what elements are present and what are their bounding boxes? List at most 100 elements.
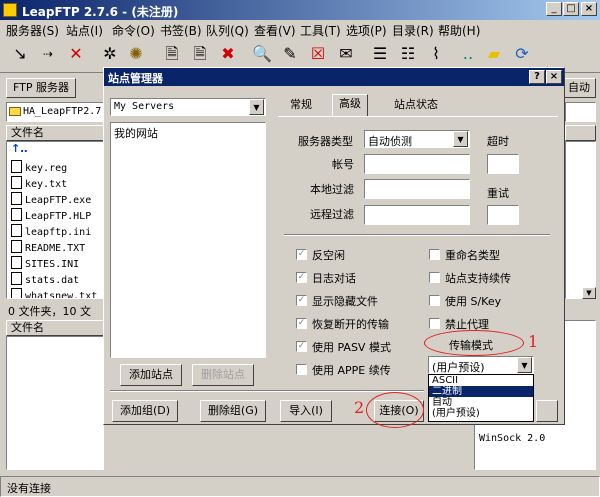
resume-transfer-label: 恢复断开的传输 xyxy=(312,318,389,331)
delete-site-button[interactable]: 删除站点 xyxy=(192,364,254,386)
menu-directory[interactable]: 目录(R) xyxy=(392,22,434,39)
log-dialog-checkbox[interactable]: ✓ xyxy=(296,272,307,283)
timeout-field[interactable] xyxy=(487,154,519,174)
queue-icon[interactable]: ☰ xyxy=(368,42,392,66)
col-filename-header[interactable]: 文件名 xyxy=(6,125,104,141)
refresh-icon[interactable]: ⟳ xyxy=(510,42,534,66)
list-item[interactable]: LeapFTP.HLP xyxy=(11,208,91,222)
transfer-mode-select[interactable]: (用户预设) ▼ xyxy=(428,356,534,374)
delete-group-button[interactable]: 删除组(G) xyxy=(200,400,266,422)
servers-combo[interactable]: My Servers ▼ xyxy=(110,98,266,116)
appe-resume-checkbox[interactable] xyxy=(296,364,307,375)
reconnect-icon[interactable]: ⇢ xyxy=(36,42,60,66)
list-item[interactable]: README.TXT xyxy=(11,240,85,254)
option-auto[interactable]: 自动 xyxy=(429,397,533,408)
menu-bookmark[interactable]: 书签(B) xyxy=(160,22,202,39)
chevron-down-icon[interactable]: ▼ xyxy=(453,131,468,147)
upload-icon[interactable]: 🗎 xyxy=(160,42,184,66)
local-file-list[interactable]: ↑‥ key.reg key.txt LeapFTP.exe LeapFTP.H… xyxy=(6,141,104,299)
queue-col-filename-header[interactable]: 文件名 xyxy=(6,320,104,336)
list-item[interactable]: key.reg xyxy=(11,160,67,174)
menu-tools[interactable]: 工具(T) xyxy=(300,22,341,39)
menu-command[interactable]: 命令(O) xyxy=(112,22,155,39)
tree-item-my-sites[interactable]: 我的网站 xyxy=(114,125,158,141)
view-file-icon[interactable]: 🔍 xyxy=(250,42,274,66)
account-field[interactable] xyxy=(364,154,470,174)
close-icon[interactable]: × xyxy=(581,2,597,16)
anti-idle-label: 反空闲 xyxy=(312,249,345,262)
add-site-button[interactable]: 添加站点 xyxy=(120,364,182,386)
list-item[interactable]: leapftp.ini xyxy=(11,224,91,238)
remote-file-list[interactable] xyxy=(565,141,596,299)
help-icon[interactable]: ? xyxy=(529,70,545,84)
menu-site[interactable]: 站点(I) xyxy=(66,22,103,39)
annotation-number-1: 1 xyxy=(528,332,539,351)
maximize-icon[interactable]: □ xyxy=(563,2,579,16)
folder-icon[interactable]: ▰ xyxy=(482,42,506,66)
skey-checkbox[interactable] xyxy=(429,295,440,306)
disconnect-icon[interactable]: ✕ xyxy=(64,42,88,66)
remote-path-field[interactable] xyxy=(565,102,596,122)
ftp-server-button[interactable]: FTP 服务器 xyxy=(6,78,76,98)
auto-mode-button[interactable]: 自动 xyxy=(562,78,596,98)
local-path-text: HA_LeapFTP2.7. xyxy=(23,106,108,117)
file-icon xyxy=(11,224,22,237)
local-filter-label: 本地过滤 xyxy=(310,183,354,196)
partial-button[interactable] xyxy=(536,400,558,422)
import-button[interactable]: 导入(I) xyxy=(280,400,332,422)
option-ascii[interactable]: ASCII xyxy=(429,375,533,386)
parent-directory-icon[interactable]: ↑‥ xyxy=(11,142,28,155)
list-item[interactable]: SITES.INI xyxy=(11,256,79,270)
cancel-transfer-icon[interactable]: ✖ xyxy=(216,42,240,66)
tab-advanced[interactable]: 高级 xyxy=(332,94,368,116)
menu-options[interactable]: 选项(P) xyxy=(346,22,387,39)
download-icon[interactable]: 🗎 xyxy=(188,42,212,66)
show-hidden-checkbox[interactable]: ✓ xyxy=(296,295,307,306)
remote-filter-field[interactable] xyxy=(364,205,470,225)
tab-general[interactable]: 常规 xyxy=(284,96,318,116)
list-item[interactable]: key.txt xyxy=(11,176,67,190)
retry-field[interactable] xyxy=(487,205,519,225)
dialog-close-icon[interactable]: × xyxy=(546,70,562,84)
rename-type-checkbox[interactable] xyxy=(429,249,440,260)
menu-help[interactable]: 帮助(H) xyxy=(438,22,480,39)
quick-connect-icon[interactable]: ✲ xyxy=(98,42,122,66)
site-manager-icon[interactable]: ✺ xyxy=(124,42,148,66)
minimize-icon[interactable]: _ xyxy=(546,2,562,16)
delete-file-icon[interactable]: ☒ xyxy=(306,42,330,66)
chevron-down-icon[interactable]: ▼ xyxy=(249,99,264,115)
dots-icon[interactable]: ‥ xyxy=(456,42,480,66)
option-user-default[interactable]: (用户预设) xyxy=(429,408,533,419)
list-item[interactable]: LeapFTP.exe xyxy=(11,192,91,206)
disable-proxy-checkbox[interactable] xyxy=(429,318,440,329)
local-filter-field[interactable] xyxy=(364,179,470,199)
menu-queue[interactable]: 队列(Q) xyxy=(206,22,249,39)
remote-col-header[interactable] xyxy=(565,125,596,141)
resume-transfer-checkbox[interactable]: ✓ xyxy=(296,318,307,329)
list-item[interactable]: whatsnew.txt xyxy=(11,288,97,298)
tab-site-status[interactable]: 站点状态 xyxy=(388,96,444,116)
queue-list[interactable] xyxy=(6,336,104,470)
properties-icon[interactable]: ✉ xyxy=(334,42,358,66)
anti-idle-checkbox[interactable]: ✓ xyxy=(296,249,307,260)
edit-file-icon[interactable]: ✎ xyxy=(278,42,302,66)
chevron-down-icon[interactable]: ▼ xyxy=(517,357,532,373)
menu-view[interactable]: 查看(V) xyxy=(254,22,296,39)
pasv-mode-checkbox[interactable]: ✓ xyxy=(296,341,307,352)
connect-arrow-icon[interactable]: ↘ xyxy=(8,42,32,66)
server-type-select[interactable]: 自动侦测 ▼ xyxy=(364,130,470,148)
local-path-field[interactable]: HA_LeapFTP2.7. xyxy=(6,102,108,122)
site-resume-checkbox[interactable] xyxy=(429,272,440,283)
dialog-title: 站点管理器 xyxy=(108,72,163,85)
file-icon xyxy=(11,176,22,189)
stats-icon[interactable]: ⌇ xyxy=(424,42,448,66)
site-tree[interactable]: 我的网站 xyxy=(110,122,266,358)
option-binary[interactable]: 二进制 xyxy=(429,386,533,397)
list-item[interactable]: stats.dat xyxy=(11,272,79,286)
log-icon[interactable]: ☷ xyxy=(396,42,420,66)
scroll-down-arrow-icon[interactable]: ▼ xyxy=(582,287,596,299)
app-title: LeapFTP 2.7.6 - (未注册) xyxy=(22,5,179,19)
annotation-ellipse-1 xyxy=(424,330,524,356)
menu-server[interactable]: 服务器(S) xyxy=(6,22,59,39)
add-group-button[interactable]: 添加组(D) xyxy=(112,400,178,422)
